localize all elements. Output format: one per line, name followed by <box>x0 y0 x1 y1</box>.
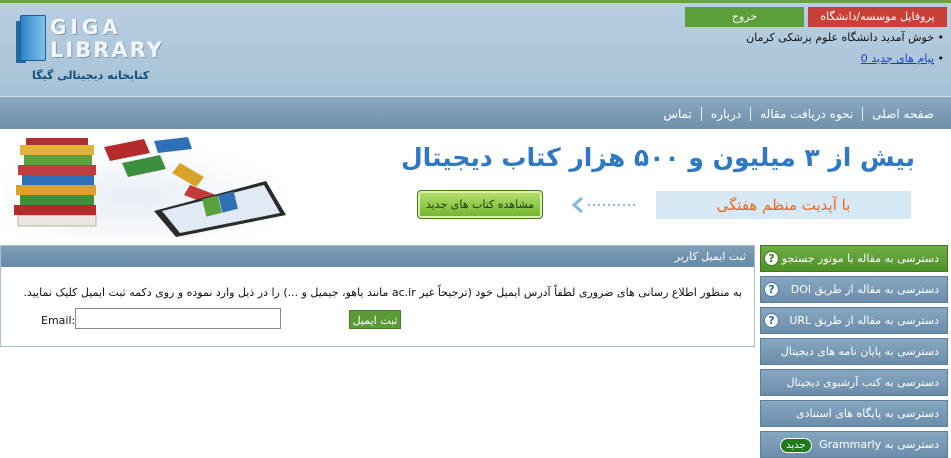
sidebar-item-theses[interactable]: دسترسی به پایان نامه های دیجیتال <box>760 338 948 365</box>
institution-profile-button[interactable]: پروفایل موسسه/دانشگاه <box>808 7 947 27</box>
sidebar-item-label: دسترسی به مقاله با موتور جستجو <box>781 252 939 265</box>
banner-title: بیش از ۳ میلیون و ۵۰۰ هزار کتاب دیجیتال <box>400 143 915 172</box>
nav-how-to-get-article[interactable]: نحوه دریافت مقاله <box>751 107 862 121</box>
nav-about[interactable]: درباره <box>702 107 750 121</box>
sidebar-item-url[interactable]: دسترسی به مقاله از طریق URL ? <box>760 307 948 334</box>
sidebar-item-grammarly[interactable]: دسترسی به Grammarly جدید <box>760 431 948 458</box>
left-arrow-icon <box>571 196 638 214</box>
view-new-books-button[interactable]: مشاهده کتاب های جدید <box>417 190 543 219</box>
sidebar-item-doi[interactable]: دسترسی به مقاله از طریق DOI ? <box>760 276 948 303</box>
logo-title-library: LIBRARY <box>50 38 164 62</box>
sidebar-item-archive-books[interactable]: دسترسی به کتب آرشیوی دیجیتال <box>760 369 948 396</box>
help-icon[interactable]: ? <box>764 282 779 297</box>
logout-button[interactable]: خروج <box>685 7 804 27</box>
main-navigation: صفحه اصلی نحوه دریافت مقاله درباره تماس <box>0 96 951 129</box>
sidebar-item-label: دسترسی به پایگاه های استنادی <box>795 407 939 420</box>
book-icon <box>20 15 46 61</box>
sidebar-item-label: دسترسی به پایان نامه های دیجیتال <box>780 345 939 358</box>
books-illustration-icon <box>14 137 286 237</box>
email-field[interactable] <box>75 308 281 329</box>
promo-banner: بیش از ۳ میلیون و ۵۰۰ هزار کتاب دیجیتال … <box>0 129 951 242</box>
sidebar-item-citation-databases[interactable]: دسترسی به پایگاه های استنادی <box>760 400 948 427</box>
banner-subtitle: با آپدیت منظم هفتگی <box>656 191 911 219</box>
email-label: Email: <box>41 314 76 327</box>
logo-title-giga: GIGA <box>50 15 122 39</box>
sidebar-item-label: دسترسی به مقاله از طریق DOI <box>790 283 939 296</box>
site-header: GIGA LIBRARY کتابخانه دیجیتالی گیگا پروف… <box>0 3 951 96</box>
help-icon[interactable]: ? <box>764 313 779 328</box>
panel-header: ثبت ایمیل کاربر <box>1 246 754 267</box>
nav-home[interactable]: صفحه اصلی <box>863 107 943 121</box>
help-icon[interactable]: ? <box>764 251 779 266</box>
sidebar-item-label: دسترسی به مقاله از طریق URL <box>789 314 939 327</box>
bullet: • <box>937 52 945 65</box>
submit-email-button[interactable]: ثبت ایمیل <box>349 310 401 329</box>
new-messages: • پیام های جدید 0 <box>861 52 944 65</box>
nav-contact[interactable]: تماس <box>654 107 701 121</box>
new-messages-link[interactable]: پیام های جدید 0 <box>861 52 934 65</box>
email-description: به منظور اطلاع رسانی های ضروری لطفاً آدر… <box>23 286 742 299</box>
books-tablet-illustration <box>4 133 294 239</box>
sidebar-item-label: دسترسی به کتب آرشیوی دیجیتال <box>786 376 939 389</box>
email-registration-panel: ثبت ایمیل کاربر به منظور اطلاع رسانی های… <box>0 245 755 347</box>
access-sidebar: دسترسی به مقاله با موتور جستجو ? دسترسی … <box>760 245 951 458</box>
logo-persian-text: کتابخانه دیجیتالی گیگا <box>32 69 150 82</box>
sidebar-item-search-engine[interactable]: دسترسی به مقاله با موتور جستجو ? <box>760 245 948 272</box>
giga-library-logo[interactable]: GIGA LIBRARY کتابخانه دیجیتالی گیگا <box>14 13 174 87</box>
welcome-message: • خوش آمدید دانشگاه علوم پزشکی کرمان <box>746 31 944 44</box>
new-badge: جدید <box>780 438 812 453</box>
